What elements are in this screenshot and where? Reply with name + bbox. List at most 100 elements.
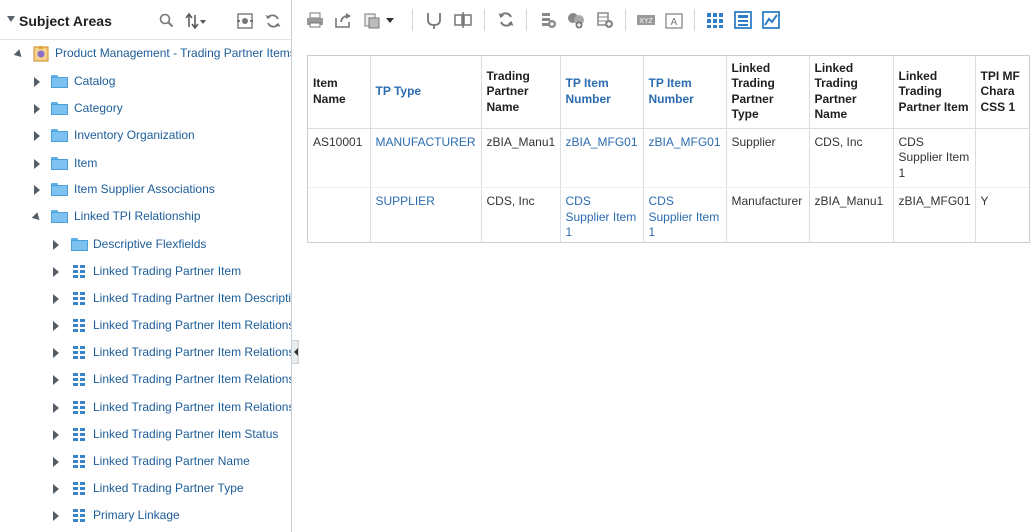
tree-item-linked-trading-partner-name[interactable]: Linked Trading Partner Name xyxy=(0,452,291,472)
export-icon[interactable] xyxy=(333,10,353,30)
column-header[interactable]: Linked Trading Partner Item xyxy=(893,56,976,129)
table-cell-link[interactable]: zBIA_MFG01 xyxy=(560,128,644,188)
tree-item-label[interactable]: Item Supplier Associations xyxy=(74,182,215,196)
tree-item-label[interactable]: Linked Trading Partner Item Status xyxy=(93,427,278,441)
tree-item-item-supplier-associations[interactable]: Item Supplier Associations xyxy=(0,180,291,200)
tree-item-linked-trading-partner-item-relationship[interactable]: Linked Trading Partner Item Relationship xyxy=(0,343,291,363)
tree-item-item[interactable]: Item xyxy=(0,154,291,174)
expand-toggle-icon[interactable] xyxy=(34,104,40,114)
manage-icon[interactable] xyxy=(236,12,254,30)
tree-item-label[interactable]: Linked Trading Partner Item Relationship xyxy=(93,372,291,386)
table-cell-link[interactable]: zBIA_MFG01 xyxy=(643,128,727,188)
expand-toggle-icon[interactable] xyxy=(53,403,59,413)
columns-icon xyxy=(73,319,86,332)
tree-item-label[interactable]: Linked Trading Partner Item Relationship xyxy=(93,318,291,332)
tree-item-label[interactable]: Linked Trading Partner Item xyxy=(93,264,241,278)
tree-item-label[interactable]: Linked Trading Partner Name xyxy=(93,454,250,468)
tree-item-label[interactable]: Category xyxy=(74,101,123,115)
refresh-icon[interactable] xyxy=(496,10,516,30)
tree-item-linked-trading-partner-item-status[interactable]: Linked Trading Partner Item Status xyxy=(0,425,291,445)
subject-areas-header: Subject Areas xyxy=(0,0,291,40)
expand-toggle-icon[interactable] xyxy=(53,484,59,494)
graph-view-icon[interactable] xyxy=(761,10,781,30)
column-header[interactable]: Linked Trading Partner Type xyxy=(726,56,810,129)
print-icon[interactable] xyxy=(305,10,325,30)
text-format-icon[interactable]: A xyxy=(664,10,684,30)
table-cell: zBIA_Manu1 xyxy=(809,187,894,242)
tree-item-descriptive-flexfields[interactable]: Descriptive Flexfields xyxy=(0,235,291,255)
expand-toggle-icon[interactable] xyxy=(34,77,40,87)
tree-item-label[interactable]: Linked Trading Partner Item Relationship xyxy=(93,345,291,359)
tree-item-label[interactable]: Linked TPI Relationship xyxy=(74,209,201,223)
column-header[interactable]: TP Item Number xyxy=(560,56,644,129)
xyz-icon[interactable]: XYZ xyxy=(636,10,656,30)
tree-item-linked-trading-partner-item[interactable]: Linked Trading Partner Item xyxy=(0,262,291,282)
svg-text:A: A xyxy=(671,17,678,28)
tree-item-linked-trading-partner-item-relationship[interactable]: Linked Trading Partner Item Relationship xyxy=(0,316,291,336)
table-cell: CDS, Inc xyxy=(809,128,894,188)
search-icon[interactable] xyxy=(158,12,176,30)
merge-icon[interactable] xyxy=(424,10,444,30)
tree-item-linked-trading-partner-item-description[interactable]: Linked Trading Partner Item Description xyxy=(0,289,291,309)
subject-areas-panel: Subject Areas Product Management - Tradi… xyxy=(0,0,292,532)
detail-view-icon[interactable] xyxy=(733,10,753,30)
panel-title: Subject Areas xyxy=(19,13,112,29)
tree-item-label[interactable]: Inventory Organization xyxy=(74,128,195,142)
table-cell: zBIA_Manu1 xyxy=(481,128,561,188)
tree-item-label[interactable]: Catalog xyxy=(74,74,115,88)
table-view-icon[interactable] xyxy=(705,10,725,30)
tree-item-linked-trading-partner-item-relationship[interactable]: Linked Trading Partner Item Relationship xyxy=(0,398,291,418)
tree-item-label[interactable]: Linked Trading Partner Type xyxy=(93,481,244,495)
column-header[interactable]: Trading Partner Name xyxy=(481,56,561,129)
tree-item-label[interactable]: Primary Linkage xyxy=(93,508,180,522)
expand-toggle-icon[interactable] xyxy=(53,240,59,250)
column-header[interactable]: TP Item Number xyxy=(643,56,727,129)
column-header[interactable]: TPI MF Chara CSS 1 xyxy=(975,56,1029,129)
tree-item-catalog[interactable]: Catalog xyxy=(0,72,291,92)
tree-item-category[interactable]: Category xyxy=(0,99,291,119)
columns-icon xyxy=(73,482,86,495)
expand-toggle-icon[interactable] xyxy=(53,375,59,385)
format-icon[interactable] xyxy=(362,10,398,30)
split-icon[interactable] xyxy=(453,10,473,30)
table-cell-link[interactable]: CDS Supplier Item 1 xyxy=(560,187,644,242)
refresh-icon[interactable] xyxy=(264,12,282,30)
tree-item-label[interactable]: Item xyxy=(74,156,97,170)
add-group-icon[interactable] xyxy=(595,10,615,30)
expand-toggle-icon[interactable] xyxy=(53,430,59,440)
expand-toggle-icon[interactable] xyxy=(53,294,59,304)
expand-toggle-icon[interactable] xyxy=(31,212,43,223)
column-header[interactable]: Item Name xyxy=(308,56,371,129)
tree-item-inventory-organization[interactable]: Inventory Organization xyxy=(0,126,291,146)
table-cell-link[interactable]: CDS Supplier Item 1 xyxy=(643,187,727,242)
tree-item-label[interactable]: Linked Trading Partner Item Description xyxy=(93,291,291,305)
expand-toggle-icon[interactable] xyxy=(34,185,40,195)
tree-item-primary-linkage[interactable]: Primary Linkage xyxy=(0,506,291,526)
expand-toggle-icon[interactable] xyxy=(53,321,59,331)
expand-toggle-icon[interactable] xyxy=(34,131,40,141)
tree-item-linked-trading-partner-type[interactable]: Linked Trading Partner Type xyxy=(0,479,291,499)
expand-toggle-icon[interactable] xyxy=(53,267,59,277)
column-header[interactable]: Linked Trading Partner Name xyxy=(809,56,894,129)
sort-icon[interactable] xyxy=(185,12,207,30)
tree-item-label[interactable]: Linked Trading Partner Item Relationship xyxy=(93,400,291,414)
column-header[interactable]: TP Type xyxy=(370,56,482,129)
table-row: SUPPLIER CDS, Inc CDS Supplier Item 1 CD… xyxy=(308,187,1029,242)
expand-toggle-icon[interactable] xyxy=(13,49,25,60)
tree-item-label[interactable]: Product Management - Trading Partner Ite… xyxy=(55,46,291,60)
table-cell-link[interactable]: SUPPLIER xyxy=(370,187,482,242)
expand-toggle-icon[interactable] xyxy=(53,511,59,521)
tree-item-label[interactable]: Descriptive Flexfields xyxy=(93,237,206,251)
expand-toggle-icon[interactable] xyxy=(53,457,59,467)
tree-item-linked-trading-partner-item-relationship[interactable]: Linked Trading Partner Item Relationship xyxy=(0,370,291,390)
panel-splitter-handle[interactable] xyxy=(291,340,299,364)
add-column-icon[interactable] xyxy=(566,10,586,30)
table-cell-link[interactable]: MANUFACTURER xyxy=(370,128,482,188)
table-cell: Manufacturer xyxy=(726,187,810,242)
add-row-icon[interactable] xyxy=(538,10,558,30)
tree-root-item[interactable]: Product Management - Trading Partner Ite… xyxy=(0,44,291,64)
collapse-panel-icon[interactable] xyxy=(7,16,15,22)
expand-toggle-icon[interactable] xyxy=(53,348,59,358)
expand-toggle-icon[interactable] xyxy=(34,159,40,169)
tree-item-linked-tpi-relationship[interactable]: Linked TPI Relationship xyxy=(0,207,291,227)
